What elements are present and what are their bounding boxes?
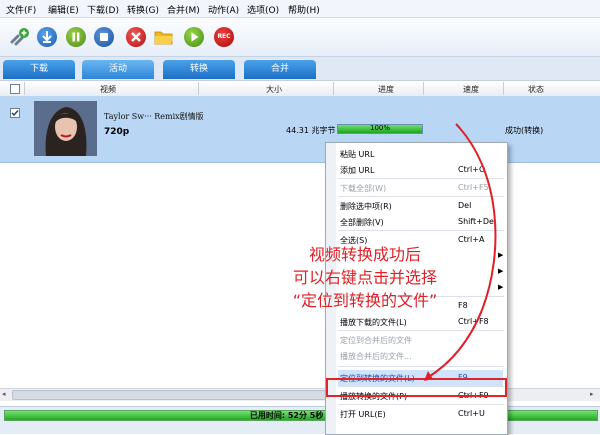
- tab-active[interactable]: 活动: [82, 60, 154, 79]
- column-speed[interactable]: 速度: [463, 84, 479, 95]
- play-icon[interactable]: [184, 27, 204, 47]
- menu-bar: 文件(F) 编辑(E) 下载(D) 转换(G) 合并(M) 动作(A) 选项(O…: [0, 0, 600, 18]
- video-size: 44.31 兆字节: [286, 126, 336, 135]
- menu-item-15[interactable]: 打开 URL(E) Ctrl+U: [338, 406, 503, 422]
- column-divider: [503, 82, 504, 95]
- menu-help[interactable]: 帮助(H): [288, 3, 320, 16]
- scroll-left-icon[interactable]: ◂: [2, 390, 6, 398]
- menu-merge[interactable]: 合并(M): [167, 3, 200, 16]
- menu-item-shortcut: Ctrl+F5: [458, 183, 489, 192]
- menu-convert[interactable]: 转换(G): [127, 3, 159, 16]
- highlight-box: [326, 378, 507, 397]
- menu-file[interactable]: 文件(F): [6, 3, 36, 16]
- menu-separator: [338, 330, 504, 331]
- menu-item-shortcut: Ctrl+U: [458, 409, 485, 418]
- menu-item-1[interactable]: 添加 URL Ctrl+O: [338, 162, 503, 178]
- video-thumbnail: [34, 101, 97, 156]
- submenu-arrow-icon: ▶: [498, 283, 504, 291]
- scroll-right-icon[interactable]: ▸: [590, 390, 594, 398]
- menu-item-shortcut: Ctrl+O: [458, 165, 486, 174]
- menu-edit[interactable]: 编辑(E): [48, 3, 79, 16]
- record-icon[interactable]: REC: [214, 27, 234, 47]
- menu-separator: [338, 196, 504, 197]
- menu-separator: [338, 404, 504, 405]
- menu-item-0[interactable]: 粘贴 URL: [338, 146, 503, 162]
- menu-item-12[interactable]: 播放合并后的文件...: [338, 348, 503, 364]
- menu-item-shortcut: Ctrl+F8: [458, 317, 489, 326]
- pause-icon[interactable]: [66, 27, 86, 47]
- menu-item-label: 下载全部(W): [340, 184, 387, 193]
- video-status: 成功(转换): [505, 126, 544, 135]
- menu-item-label: 粘贴 URL: [340, 150, 375, 159]
- video-title: Taylor Sw··· Remix剧情版: [104, 112, 204, 121]
- submenu-arrow-icon: ▶: [498, 267, 504, 275]
- menu-download[interactable]: 下载(D): [87, 3, 119, 16]
- tab-merge[interactable]: 合并: [244, 60, 316, 79]
- menu-separator: [338, 366, 504, 367]
- progress-label: 100%: [369, 124, 390, 132]
- menu-separator: [338, 178, 504, 179]
- column-divider: [24, 82, 25, 95]
- menu-separator: [338, 230, 504, 231]
- scrollbar-thumb[interactable]: [12, 390, 342, 400]
- menu-item-label: 播放合并后的文件...: [340, 352, 412, 361]
- row-checkbox[interactable]: [10, 108, 20, 118]
- menu-item-2[interactable]: 下载全部(W) Ctrl+F5: [338, 180, 503, 196]
- menu-item-label: 打开 URL(E): [340, 410, 386, 419]
- column-divider: [198, 82, 199, 95]
- menu-item-shortcut: Del: [458, 201, 472, 210]
- menu-item-label: 删除选中项(R): [340, 202, 392, 211]
- annotation-line-3: “定位到转换的文件”: [292, 291, 438, 310]
- delete-icon[interactable]: [126, 27, 146, 47]
- menu-item-label: 定位到合并后的文件: [340, 336, 412, 345]
- column-status[interactable]: 状态: [528, 84, 544, 95]
- download-icon[interactable]: [37, 27, 57, 47]
- select-all-checkbox[interactable]: [10, 84, 20, 94]
- tab-download[interactable]: 下载: [3, 60, 75, 79]
- menu-action[interactable]: 动作(A): [208, 3, 239, 16]
- column-video[interactable]: 视频: [100, 84, 116, 95]
- menu-item-3[interactable]: 删除选中项(R) Del: [338, 198, 503, 214]
- menu-item-10[interactable]: 播放下载的文件(L) Ctrl+F8: [338, 314, 503, 330]
- menu-item-label: 添加 URL: [340, 166, 375, 175]
- record-label: REC: [217, 33, 231, 40]
- progress-bar: 100%: [337, 124, 423, 134]
- stop-icon[interactable]: [94, 27, 114, 47]
- table-header: 视频 大小 进度 速度 状态: [0, 80, 600, 97]
- submenu-arrow-icon: ▶: [498, 251, 504, 259]
- column-divider: [333, 82, 334, 95]
- annotation-text: 视频转换成功后 可以右键点击并选择 “定位到转换的文件”: [250, 243, 480, 312]
- folder-icon[interactable]: [153, 27, 173, 47]
- column-divider: [423, 82, 424, 95]
- menu-item-label: 播放下载的文件(L): [340, 318, 407, 327]
- annotation-line-2: 可以右键点击并选择: [292, 268, 437, 287]
- menu-options[interactable]: 选项(O): [247, 3, 279, 16]
- link-add-icon[interactable]: [8, 27, 29, 47]
- status-text: 已用时间: 52分 5秒 剩余时: [249, 411, 351, 420]
- annotation-line-1: 视频转换成功后: [308, 245, 421, 264]
- video-quality: 720p: [104, 127, 130, 137]
- menu-item-shortcut: Shift+Del: [458, 217, 497, 226]
- column-progress[interactable]: 进度: [378, 84, 394, 95]
- toolbar: REC: [0, 18, 600, 57]
- menu-item-11[interactable]: 定位到合并后的文件: [338, 332, 503, 348]
- menu-item-4[interactable]: 全部删除(V) Shift+Del: [338, 214, 503, 230]
- tab-convert[interactable]: 转换: [163, 60, 235, 79]
- menu-item-label: 全部删除(V): [340, 218, 384, 227]
- column-size[interactable]: 大小: [266, 84, 282, 95]
